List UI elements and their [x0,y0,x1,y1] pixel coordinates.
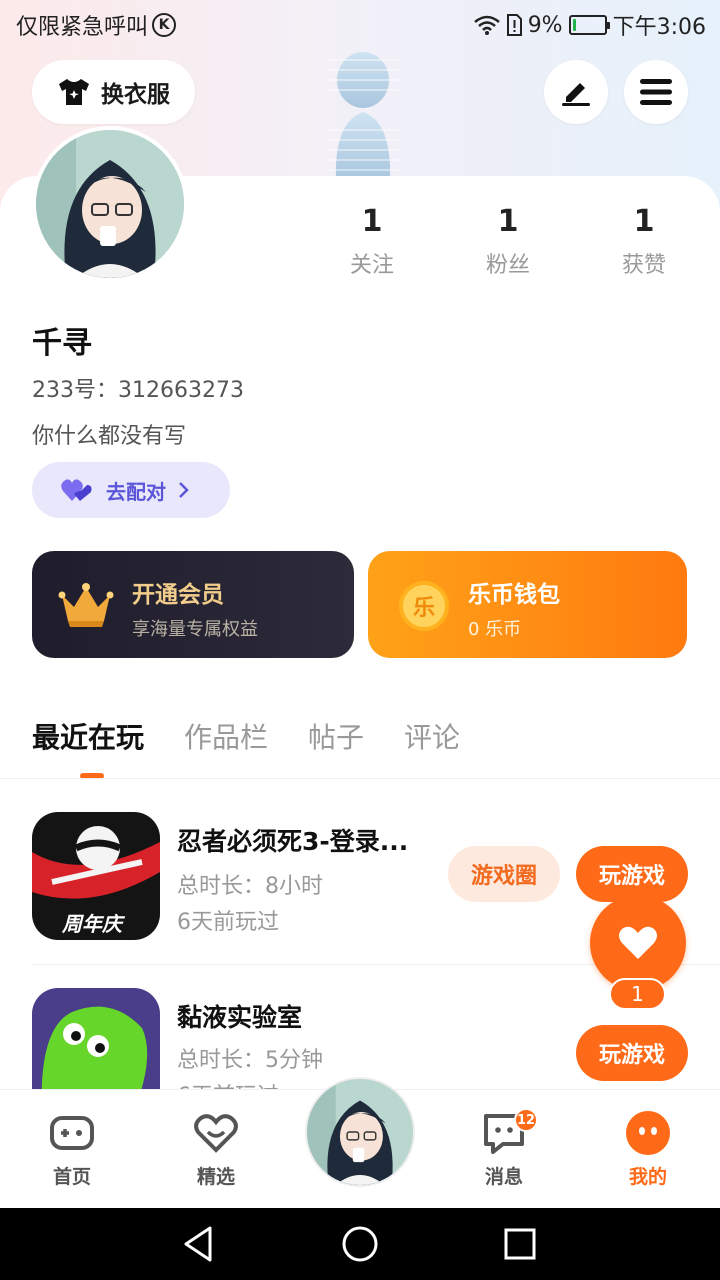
me-icon [626,1111,670,1155]
status-right: 9% 下午3:06 [473,9,706,41]
play-game-button[interactable]: 玩游戏 [576,1025,688,1081]
menu-button[interactable] [624,60,688,124]
coin-wallet-card[interactable]: 乐 乐币钱包 0 乐币 [368,551,687,658]
edit-profile-button[interactable] [544,60,608,124]
recents-icon[interactable] [500,1224,540,1264]
coin-balance: 0 乐币 [468,619,522,640]
clock: 下午3:06 [612,15,706,40]
nav-home[interactable]: 首页 [22,1090,122,1208]
carrier-k-icon: K [152,13,177,37]
floating-like-count: 1 [609,978,666,1010]
game-duration: 总时长：5分钟 [177,1048,323,1073]
anniversary-label: 周年庆 [62,912,122,936]
change-outfit-button[interactable]: 换衣服 [32,60,195,124]
tab-works[interactable]: 作品栏 [184,716,268,756]
game-title: 忍者必须死3-登录... [177,827,409,856]
vip-title: 开通会员 [132,582,224,608]
tab-comments[interactable]: 评论 [404,716,460,756]
sim-alert-icon [506,14,522,36]
tab-recently-played[interactable]: 最近在玩 [32,716,144,756]
game-title: 黏液实验室 [177,1003,303,1032]
coin-title: 乐币钱包 [468,582,560,608]
tab-posts[interactable]: 帖子 [308,716,364,756]
profile-avatar[interactable] [32,126,188,282]
coin-icon: 乐 [399,581,449,631]
likes-label: 获赞 [621,253,666,278]
gamepad-icon [50,1116,94,1150]
nav-me[interactable]: 我的 [598,1090,698,1208]
heart-icon [619,926,657,959]
stat-likes[interactable]: 1 获赞 [584,204,704,279]
shirt-icon [59,79,89,105]
go-match-label: 去配对 [106,479,166,504]
stat-fans[interactable]: 1 粉丝 [448,204,568,279]
likes-count: 1 [633,204,655,239]
back-icon[interactable] [180,1224,220,1264]
stat-following[interactable]: 1 关注 [312,204,432,279]
heart-tag-icon [194,1114,238,1153]
following-count: 1 [361,204,383,239]
play-game-button[interactable]: 玩游戏 [576,846,688,902]
nav-messages[interactable]: 消息 [454,1090,554,1208]
floating-like-button[interactable] [590,895,686,991]
game-circle-button[interactable]: 游戏圈 [448,846,560,902]
vip-subtitle: 享海量专属权益 [132,619,258,640]
vip-card[interactable]: 开通会员 享海量专属权益 [32,551,354,658]
change-outfit-label: 换衣服 [101,82,170,108]
ninja-game-icon: 周年庆 [32,812,160,940]
chevron-right-icon [179,482,189,498]
go-match-button[interactable]: 去配对 [32,462,230,518]
double-heart-icon [61,479,92,501]
status-left: 仅限紧急呼叫 K [16,9,177,41]
tabs-divider [0,778,720,779]
following-label: 关注 [349,253,394,278]
fans-count: 1 [497,204,519,239]
game-last-played: 6天前玩过 [177,910,279,935]
nav-home-label: 首页 [52,1166,91,1188]
wifi-icon [473,15,500,35]
username: 千寻 [32,326,92,361]
user-bio: 你什么都没有写 [32,424,187,449]
user-id: 233号：312663273 [32,378,244,403]
profile-tabs: 最近在玩 作品栏 帖子 评论 [32,716,500,756]
messages-badge: 12 [514,1108,538,1132]
home-icon[interactable] [340,1224,380,1264]
avatar-image-icon [307,1079,413,1185]
nav-featured-label: 精选 [196,1166,235,1188]
system-nav-bar [0,1208,720,1280]
status-bar: 仅限紧急呼叫 K 9% 下午3:06 [0,0,720,50]
game-duration: 总时长：8小时 [177,874,323,899]
battery-icon [568,15,610,35]
nav-center-avatar[interactable] [305,1077,415,1187]
battery-percent: 9% [527,12,563,38]
crown-icon [58,583,114,627]
menu-icon [640,79,672,105]
nav-me-label: 我的 [628,1166,667,1188]
battery-level [572,19,576,31]
nav-featured[interactable]: 精选 [166,1090,266,1208]
carrier-text: 仅限紧急呼叫 [16,15,149,40]
edit-icon [562,83,590,106]
nav-messages-label: 消息 [484,1166,523,1188]
avatar-image-icon [36,130,184,278]
fans-label: 粉丝 [485,253,530,278]
avatar-figure-icon [326,52,400,180]
